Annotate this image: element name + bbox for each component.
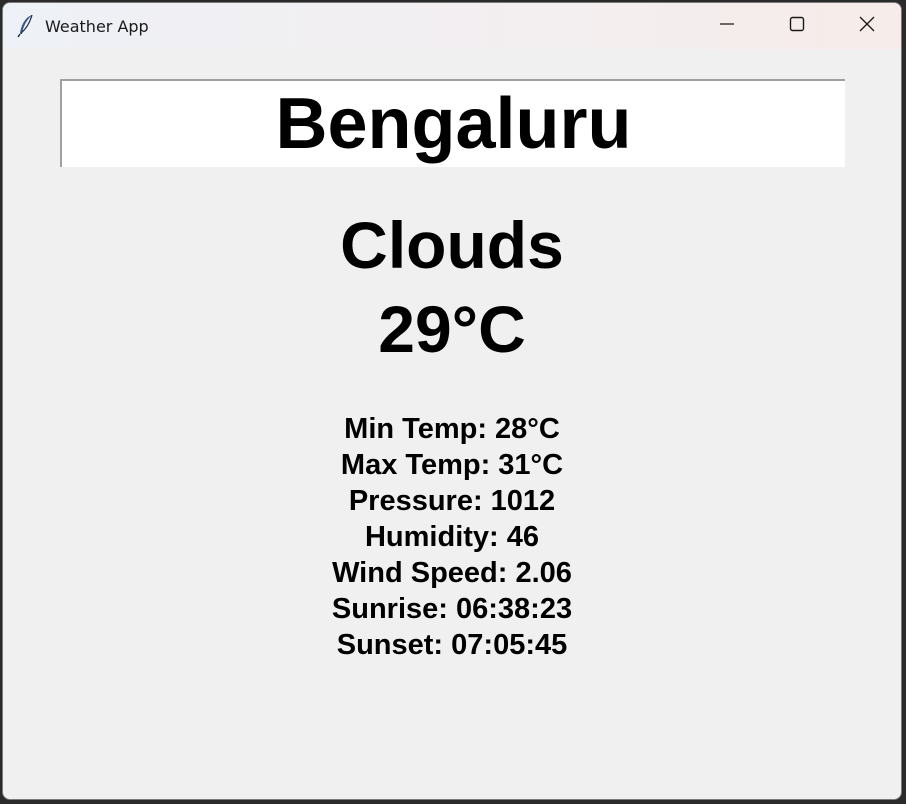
sunrise-label: Sunrise: 06:38:23	[331, 593, 573, 625]
window-title: Weather App	[45, 17, 149, 36]
close-icon	[859, 16, 875, 37]
minimize-icon	[719, 16, 735, 37]
app-window: Weather App Clouds 29°C Min Temp: 28°C M…	[2, 2, 902, 800]
weather-condition: Clouds	[340, 208, 564, 282]
max-temp-label: Max Temp: 31°C	[340, 449, 564, 481]
maximize-button[interactable]	[763, 3, 831, 49]
humidity-label: Humidity: 46	[364, 521, 540, 553]
title-bar[interactable]: Weather App	[3, 3, 901, 49]
current-temperature: 29°C	[378, 292, 526, 366]
pressure-label: Pressure: 1012	[348, 485, 556, 517]
close-button[interactable]	[833, 3, 901, 49]
min-temp-label: Min Temp: 28°C	[344, 413, 560, 445]
weather-details: Min Temp: 28°C Max Temp: 31°C Pressure: …	[3, 411, 901, 663]
minimize-button[interactable]	[693, 3, 761, 49]
maximize-icon	[789, 16, 805, 37]
feather-icon	[17, 14, 35, 38]
city-search-input[interactable]	[60, 79, 845, 167]
wind-speed-label: Wind Speed: 2.06	[332, 557, 572, 589]
sunset-label: Sunset: 07:05:45	[336, 629, 568, 661]
